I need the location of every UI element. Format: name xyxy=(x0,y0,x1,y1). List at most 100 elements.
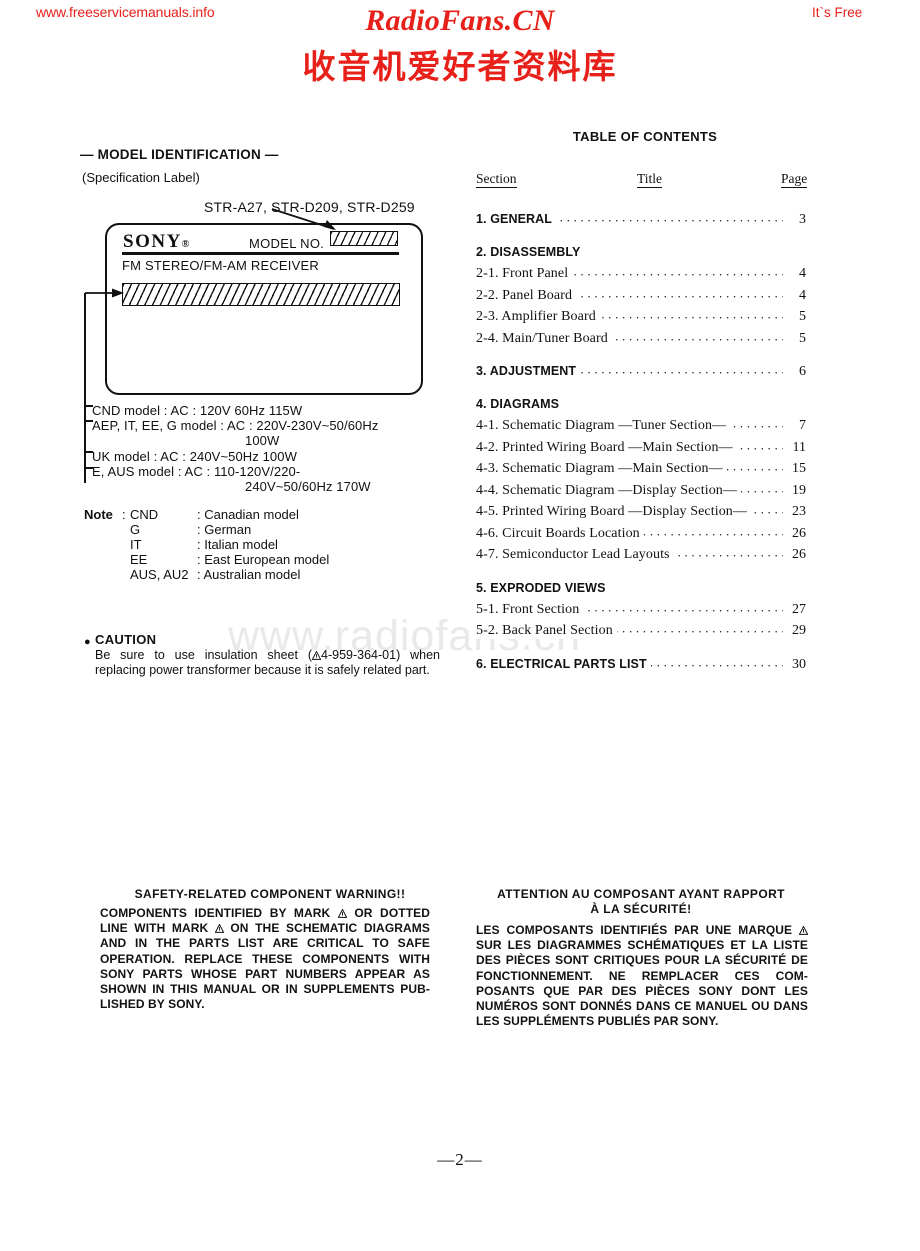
toc-entry-label: 2-3. Amplifier Board xyxy=(476,309,600,325)
toc-entry-label: 6. ELECTRICAL PARTS LIST xyxy=(476,656,651,671)
model-identification-heading: — MODEL IDENTIFICATION — xyxy=(80,147,279,162)
voltage-spec-eaus-cont: 240V~50/60Hz 170W xyxy=(245,479,371,494)
toc-entry-label: 4. DIAGRAMS xyxy=(476,397,564,411)
warning-fr-seg1: LES COMPOSANTS IDENTIFIÉS PAR UNE MARQUE xyxy=(476,923,799,937)
note-key-ee: EE xyxy=(130,552,148,567)
toc-row[interactable]: 3. ADJUSTMENT ···························… xyxy=(476,364,806,381)
voltage-spec-cnd: CND model : AC : 120V 60Hz 115W xyxy=(92,403,303,418)
note-value-it: : Italian model xyxy=(197,537,278,552)
toc-entry-label: 1. GENERAL xyxy=(476,212,557,226)
toc-entry-label: 2-1. Front Panel xyxy=(476,266,573,282)
toc-entry-label: 4-3. Schematic Diagram —Main Section— xyxy=(476,461,727,477)
toc-entry-page: 7 xyxy=(783,418,806,434)
note-value-cnd: : Canadian model xyxy=(197,507,299,522)
page-number: —2— xyxy=(437,1150,483,1169)
caution-bullet-icon: ● xyxy=(84,636,91,648)
toc-header-section: Section xyxy=(476,171,517,188)
toc-entry-page: 6 xyxy=(783,364,806,380)
toc-row[interactable]: 2-4. Main/Tuner Board ···················… xyxy=(476,330,806,348)
note-key-g: G xyxy=(130,522,141,537)
toc-entry-label: 3. ADJUSTMENT xyxy=(476,364,581,378)
toc-row[interactable]: 2-2. Panel Board ························… xyxy=(476,287,806,305)
caution-body-part1: Be sure to use insulation sheet ( xyxy=(95,648,313,662)
safety-warning-body-en: COMPONENTS IDENTIFIED BY MARK OR DOTTED … xyxy=(100,906,430,1012)
note-key-it: IT xyxy=(130,537,142,552)
voltage-spec-uk: UK model : AC : 240V~50Hz 100W xyxy=(92,449,297,464)
toc-row[interactable]: 5-1. Front Section ······················… xyxy=(476,601,806,619)
warning-en-seg1: COMPONENTS IDENTIFIED BY MARK xyxy=(100,906,338,920)
specification-label-subheading: (Specification Label) xyxy=(82,170,200,185)
voltage-bracket-pointer-arrow xyxy=(85,288,124,298)
site-title: RadioFans.CN xyxy=(365,4,555,37)
toc-entry-page: 5 xyxy=(783,309,806,325)
toc-row[interactable]: 6. ELECTRICAL PARTS LIST················… xyxy=(476,656,806,674)
toc-row[interactable]: 5-2. Back Panel Section ·················… xyxy=(476,623,806,640)
toc-entry-label: 4-7. Semiconductor Lead Layouts xyxy=(476,547,674,563)
toc-entry-label: 5. EXPRODED VIEWS xyxy=(476,580,610,595)
toc-entry-label: 4-2. Printed Wiring Board —Main Section— xyxy=(476,439,737,456)
toc-entry-page: 27 xyxy=(783,601,806,618)
toc-entry-label: 2. DISASSEMBLY xyxy=(476,245,585,259)
toc-row[interactable]: 4-3. Schematic Diagram —Main Section—···… xyxy=(476,461,806,478)
safety-warning-body-fr: LES COMPOSANTS IDENTIFIÉS PAR UNE MARQUE… xyxy=(476,923,808,1029)
toc-header-title: Title xyxy=(637,171,663,188)
receiver-type-line: FM STEREO/FM-AM RECEIVER xyxy=(122,258,319,273)
toc-header-page: Page xyxy=(781,171,808,188)
toc-entry-label: 4-6. Circuit Boards Location xyxy=(476,525,644,542)
warning-fr-seg2: SUR LES DIAGRAMMES SCHÉMATIQUES ET LA LI… xyxy=(476,938,808,1029)
model-no-label: MODEL NO. xyxy=(249,236,325,251)
toc-entry-label: 5-2. Back Panel Section xyxy=(476,623,617,639)
toc-entry-page: 29 xyxy=(783,623,806,639)
caution-body: Be sure to use insulation sheet (4-959-3… xyxy=(95,648,440,678)
toc-row[interactable]: 4-7. Semiconductor Lead Layouts·········… xyxy=(476,547,806,564)
registered-mark: ® xyxy=(181,239,191,250)
warning-fr-title-line2: À LA SÉCURITÉ! xyxy=(590,902,692,916)
note-key-cnd: CND xyxy=(130,507,159,522)
sony-brand-logo: SONY® xyxy=(123,231,191,253)
note-key-aus: AUS, AU2 xyxy=(130,567,189,582)
voltage-spec-aep: AEP, IT, EE, G model : AC : 220V-230V~50… xyxy=(92,418,379,433)
toc-entry-page: 5 xyxy=(783,330,806,347)
caution-title: CAUTION xyxy=(95,632,157,647)
toc-entry-page: 30 xyxy=(783,656,806,673)
toc-row[interactable]: 4-4. Schematic Diagram —Display Section—… xyxy=(476,482,806,500)
toc-row[interactable]: 4-1. Schematic Diagram —Tuner Section—··… xyxy=(476,418,806,435)
toc-row[interactable]: 2-3. Amplifier Board ····················… xyxy=(476,309,806,326)
toc-row[interactable]: 2-1. Front Panel ························… xyxy=(476,266,806,283)
note-value-aus: : Australian model xyxy=(197,567,301,582)
toc-entry-label: 4-1. Schematic Diagram —Tuner Section— xyxy=(476,418,731,434)
toc-row[interactable]: 2. DISASSEMBLY xyxy=(476,245,806,262)
toc-entry-label: 4-5. Printed Wiring Board —Display Secti… xyxy=(476,504,752,520)
voltage-spec-eaus: E, AUS model : AC : 110-120V/220- xyxy=(92,464,301,479)
model-no-hatched-field xyxy=(330,231,398,246)
toc-row[interactable]: 4. DIAGRAMS xyxy=(476,397,806,414)
toc-entry-page: 4 xyxy=(783,287,806,304)
warning-triangle-icon xyxy=(799,926,808,935)
label-divider-rule xyxy=(122,252,399,255)
warning-fr-title-line1: ATTENTION AU COMPOSANT AYANT RAPPORT xyxy=(497,887,785,901)
warning-triangle-icon xyxy=(214,924,224,934)
toc-row[interactable]: 1. GENERAL ······························… xyxy=(476,212,806,229)
toc-row[interactable]: 5. EXPRODED VIEWS xyxy=(476,580,806,598)
note-colon: : xyxy=(122,507,126,522)
sony-wordmark: SONY xyxy=(123,231,182,252)
toc-row[interactable]: 4-2. Printed Wiring Board —Main Section—… xyxy=(476,439,806,457)
voltage-bracket-spine xyxy=(84,293,86,483)
toc-entry-page: 23 xyxy=(783,504,806,520)
note-value-ee: : East European model xyxy=(197,552,330,567)
toc-row[interactable]: 4-5. Printed Wiring Board —Display Secti… xyxy=(476,504,806,521)
toc-entry-page: 3 xyxy=(783,212,806,228)
toc-entry-page: 15 xyxy=(783,461,806,477)
note-label: Note xyxy=(84,507,113,522)
site-subtitle-chinese: 收音机爱好者资料库 xyxy=(302,47,618,86)
toc-entry-page: 26 xyxy=(783,547,806,563)
toc-entry-page: 19 xyxy=(783,482,806,499)
safety-warning-title-fr: ATTENTION AU COMPOSANT AYANT RAPPORT À LA… xyxy=(476,887,806,917)
warning-triangle-icon xyxy=(312,651,322,660)
toc-title: TABLE OF CONTENTS xyxy=(572,129,718,144)
toc-entry-label: 4-4. Schematic Diagram —Display Section— xyxy=(476,482,741,499)
toc-entry-label: 2-4. Main/Tuner Board xyxy=(476,330,612,347)
toc-row[interactable]: 4-6. Circuit Boards Location············… xyxy=(476,525,806,543)
voltage-hatched-field xyxy=(122,283,400,306)
toc-entry-label: 5-1. Front Section xyxy=(476,601,584,618)
